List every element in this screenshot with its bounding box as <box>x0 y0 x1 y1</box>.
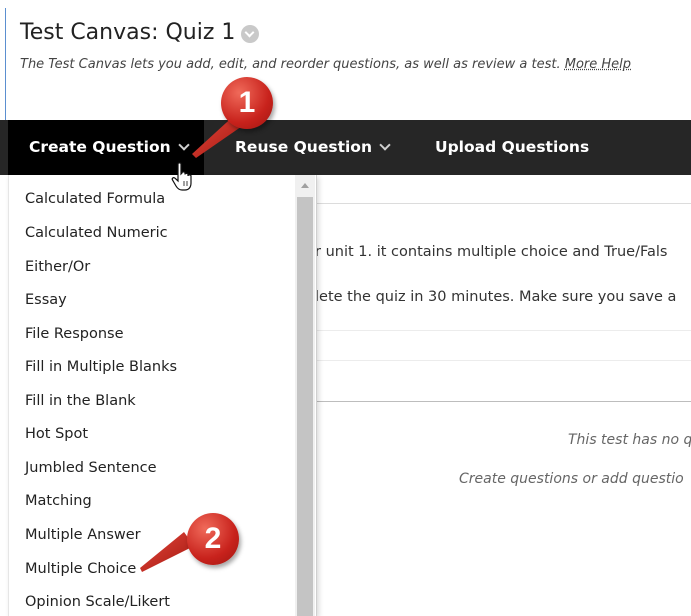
create-question-label: Create Question <box>29 138 171 156</box>
menu-item-calculated-formula[interactable]: Calculated Formula <box>25 191 165 207</box>
content-divider <box>315 360 691 361</box>
menu-item-matching[interactable]: Matching <box>25 493 92 509</box>
step-2-callout: 2 <box>187 513 239 565</box>
test-description-line-1: r unit 1. it contains multiple choice an… <box>315 244 668 260</box>
scroll-up-arrow-icon[interactable] <box>301 183 309 188</box>
menu-item-multiple-choice[interactable]: Multiple Choice <box>25 561 136 577</box>
content-divider <box>315 203 691 204</box>
step-2-number: 2 <box>204 522 222 555</box>
test-canvas-page: Test Canvas: Quiz 1 The Test Canvas lets… <box>0 0 691 616</box>
menu-item-file-response[interactable]: File Response <box>25 326 124 342</box>
menu-item-fill-in-the-blank[interactable]: Fill in the Blank <box>25 393 136 409</box>
menu-item-opinion-scale-likert[interactable]: Opinion Scale/Likert <box>25 594 170 610</box>
page-description-text: The Test Canvas lets you add, edit, and … <box>20 57 561 72</box>
page-description: The Test Canvas lets you add, edit, and … <box>20 57 631 72</box>
dropdown-scroll-thumb[interactable] <box>297 197 313 616</box>
upload-questions-button[interactable]: Upload Questions <box>435 120 589 175</box>
empty-state-title: This test has no q <box>568 432 691 448</box>
menu-item-fill-in-multiple-blanks[interactable]: Fill in Multiple Blanks <box>25 359 177 375</box>
chevron-down-icon <box>379 139 391 151</box>
top-strip <box>0 0 691 8</box>
title-options-chevron-icon[interactable] <box>241 24 260 43</box>
upload-questions-label: Upload Questions <box>435 138 590 156</box>
empty-state-hint: Create questions or add questio <box>459 471 684 487</box>
action-bar: Create Question Reuse Question Upload Qu… <box>0 120 691 175</box>
more-help-link[interactable]: More Help <box>565 57 631 72</box>
step-1-number: 1 <box>238 86 256 119</box>
page-title: Test Canvas: Quiz 1 <box>20 20 260 45</box>
create-question-dropdown: Calculated Formula Calculated Numeric Ei… <box>8 175 317 616</box>
menu-item-multiple-answer[interactable]: Multiple Answer <box>25 527 141 543</box>
menu-item-jumbled-sentence[interactable]: Jumbled Sentence <box>25 460 157 476</box>
test-description-line-2: lete the quiz in 30 minutes. Make sure y… <box>315 289 677 305</box>
menu-item-essay[interactable]: Essay <box>25 292 67 308</box>
step-1-callout: 1 <box>221 77 273 129</box>
page-title-text: Test Canvas: Quiz 1 <box>20 20 236 45</box>
content-divider <box>315 401 691 402</box>
chevron-down-icon <box>178 139 190 151</box>
reuse-question-label: Reuse Question <box>235 138 372 156</box>
menu-item-hot-spot[interactable]: Hot Spot <box>25 426 88 442</box>
content-divider <box>315 330 691 331</box>
hand-pointer-cursor-icon <box>171 162 192 191</box>
menu-item-calculated-numeric[interactable]: Calculated Numeric <box>25 225 168 241</box>
menu-item-either-or[interactable]: Either/Or <box>25 259 90 275</box>
reuse-question-button[interactable]: Reuse Question <box>235 120 391 175</box>
